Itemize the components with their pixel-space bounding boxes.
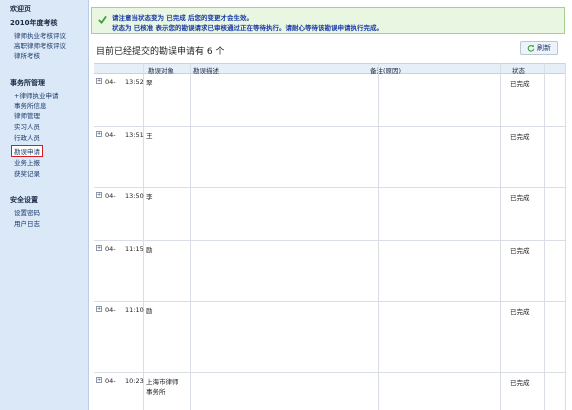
row-target: 翠 [146,79,153,87]
row-target: 励 [146,246,153,254]
sidebar-item-interns[interactable]: 实习人员 [14,121,40,131]
sidebar-item-lawyer-review[interactable]: 律师执业考核评议 [14,30,66,40]
row-time: 10:23 [125,377,144,385]
sidebar-item-business-report[interactable]: 业务上报 [14,157,40,167]
sidebar-section-2010-review: 2010年度考核 [10,19,58,27]
refresh-button[interactable]: 刷新 [520,41,558,55]
row-status: 已完成 [510,80,530,88]
sidebar-welcome[interactable]: 欢迎页 [10,4,31,14]
sidebar-item-user-log[interactable]: 用户日志 [14,218,40,228]
sidebar-item-lawyer-management[interactable]: 律师管理 [14,110,40,120]
row-date: 04- [105,131,116,139]
row-date: 04- [105,377,116,385]
row-target: 王 [146,132,153,140]
expand-icon[interactable]: + [96,131,102,137]
row-status: 已完成 [510,379,530,387]
row-time: 13:50 [125,192,144,200]
row-status: 已完成 [510,308,530,316]
table-row[interactable]: + 04- 11:10 励 已完成 [94,302,566,373]
refresh-label: 刷新 [537,44,551,52]
requests-table: 勘误对象 勘误描述 备注(原因) 状态 [94,63,566,75]
expand-icon[interactable]: + [96,306,102,312]
sidebar-item-awards[interactable]: 获奖记录 [14,168,40,178]
row-date: 04- [105,78,116,86]
row-status: 已完成 [510,133,530,141]
expand-icon[interactable]: + [96,78,102,84]
table-header: 勘误对象 勘误描述 备注(原因) 状态 [94,63,566,75]
sidebar-item-senior-review[interactable]: 高职律师考核评议 [14,40,66,50]
notice-line-1: 请注意当状态变为 已完成 后您的变更才会生效。 [112,14,254,22]
sidebar-item-firm-info[interactable]: 事务所信息 [14,100,47,110]
sidebar: 欢迎页 2010年度考核 律师执业考核评议 高职律师考核评议 律所考核 事务所管… [0,0,89,410]
table-row[interactable]: + 04- 13:50 李 已完成 [94,188,566,241]
row-time: 11:10 [125,306,144,314]
expand-icon[interactable]: + [96,377,102,383]
row-target: 李 [146,193,153,201]
row-target: 励 [146,307,153,315]
sidebar-item-correction-request[interactable]: 勘误申请 [11,145,43,157]
notice-line-2: 状态为 已核准 表示您的勘误请求已审核通过正在等待执行。请耐心等待该勘误申请执行… [112,24,384,32]
table-row[interactable]: + 04- 13:52 翠 已完成 [94,74,566,127]
table-row[interactable]: + 04- 13:51 王 已完成 [94,127,566,188]
sidebar-item-set-password[interactable]: 设置密码 [14,207,40,217]
row-time: 11:15 [125,245,144,253]
row-status: 已完成 [510,247,530,255]
expand-icon[interactable]: + [96,245,102,251]
table-row[interactable]: + 04- 11:15 励 已完成 [94,241,566,302]
table-row[interactable]: + 04- 10:23 上海市律师事务所 已完成 [94,373,566,410]
sidebar-item-practice-application[interactable]: +律师执业申请 [14,90,58,100]
refresh-icon [527,44,535,52]
row-target: 上海市律师事务所 [146,378,179,396]
expand-icon[interactable]: + [96,192,102,198]
notice-banner: 请注意当状态变为 已完成 后您的变更才会生效。 状态为 已核准 表示您的勘误请求… [91,7,565,34]
row-status: 已完成 [510,194,530,202]
check-icon [98,15,107,24]
sidebar-section-firm-management: 事务所管理 [10,79,45,87]
row-time: 13:52 [125,78,144,86]
page-title: 目前已经提交的勘误申请有 6 个 [96,47,225,57]
row-date: 04- [105,192,116,200]
row-time: 13:51 [125,131,144,139]
row-date: 04- [105,306,116,314]
sidebar-section-security: 安全设置 [10,196,38,204]
row-date: 04- [105,245,116,253]
sidebar-item-firm-review[interactable]: 律所考核 [14,50,40,60]
sidebar-item-admin-staff[interactable]: 行政人员 [14,132,40,142]
